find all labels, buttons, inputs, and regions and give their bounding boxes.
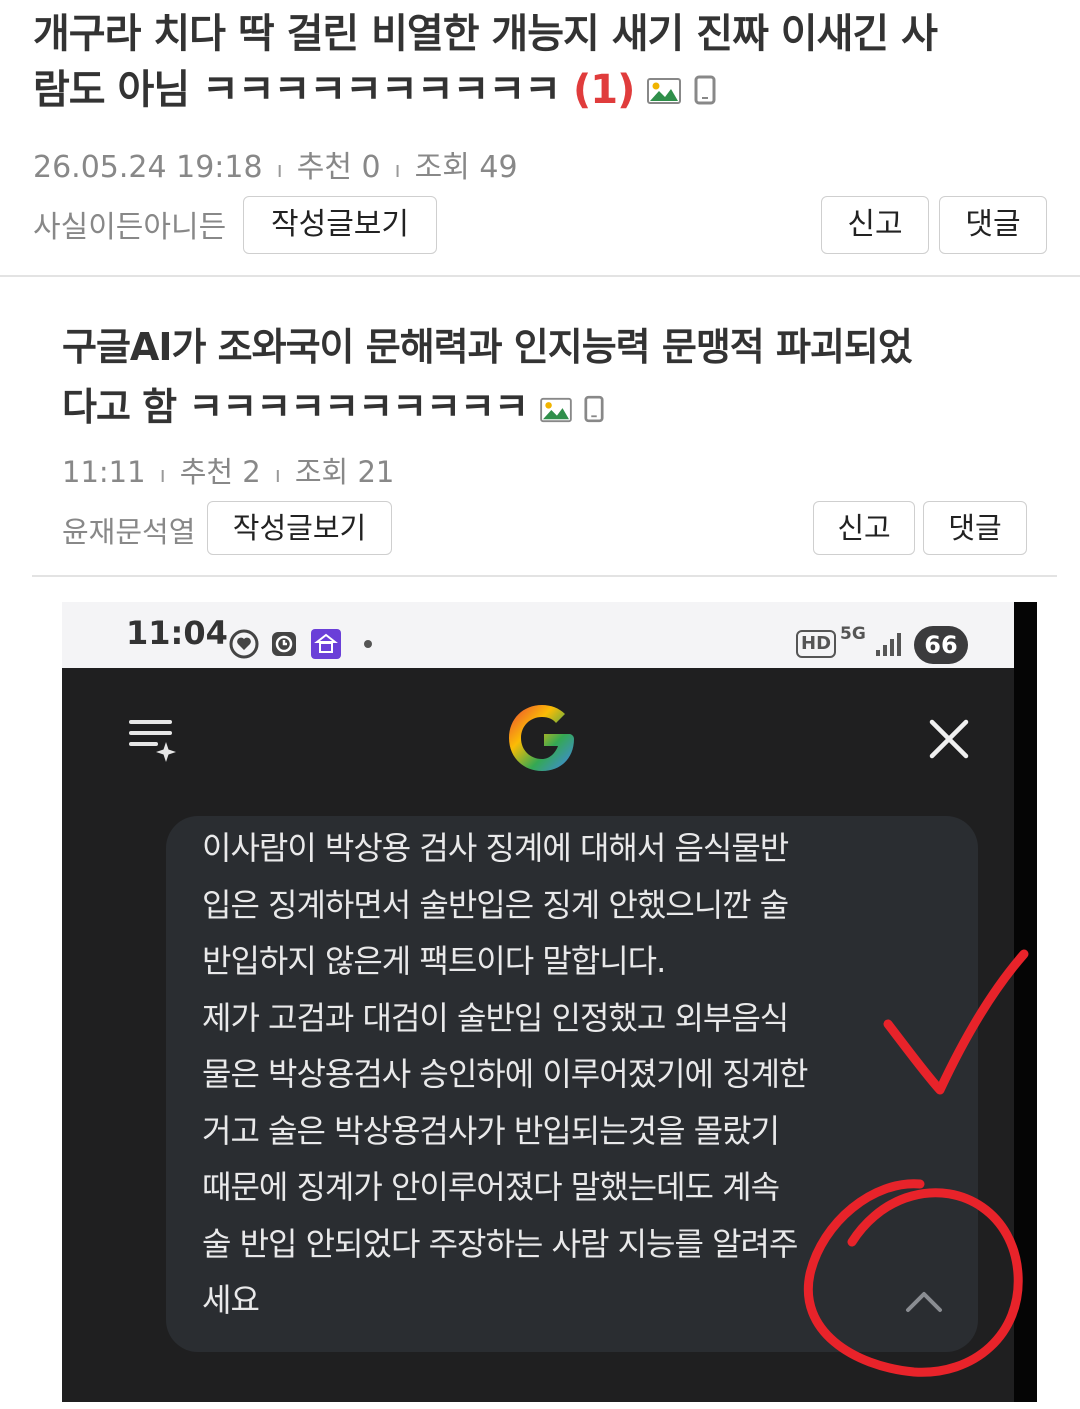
post-title-line2[interactable]: 다고 함 ㅋㅋㅋㅋㅋㅋㅋㅋㅋㅋ xyxy=(62,385,529,429)
red-annotation-checkmark-circle xyxy=(803,949,1029,1377)
image-attachment-icon xyxy=(647,64,682,120)
view-count: 조회 21 xyxy=(294,455,395,489)
post-item-2: 구글AI가 조와국이 문해력과 인지능력 문맹적 파괴되었 다고 함 ㅋㅋㅋㅋㅋ… xyxy=(0,277,1080,577)
post-date: 26.05.24 19:18 xyxy=(33,150,263,185)
view-posts-button[interactable]: 작성글보기 xyxy=(207,501,392,555)
divider xyxy=(32,575,1057,577)
post-meta: 26.05.24 19:18 ı 추천 0 ı 조회 49 xyxy=(33,150,518,185)
mobile-icon xyxy=(694,64,716,120)
post-title-line2[interactable]: 람도 아님 ㅋㅋㅋㅋㅋㅋㅋㅋㅋㅋ xyxy=(33,67,561,113)
report-button[interactable]: 신고 xyxy=(813,501,915,555)
attached-screenshot: 11:04 HD 5G 66 이사람이 박상용 검사 징계에 대해서 음식물반 … xyxy=(62,602,1037,1402)
post-time: 11:11 xyxy=(62,455,146,489)
post-title-line1[interactable]: 구글AI가 조와국이 문해력과 인지능력 문맹적 파괴되었 xyxy=(62,317,1052,377)
image-attachment-icon xyxy=(540,380,572,440)
reply-button[interactable]: 댓글 xyxy=(939,196,1047,254)
post-meta: 11:11 ı 추천 2 ı 조회 21 xyxy=(62,455,395,489)
post-title[interactable]: 구글AI가 조와국이 문해력과 인지능력 문맹적 파괴되었 다고 함 ㅋㅋㅋㅋㅋ… xyxy=(62,317,1052,440)
view-count: 조회 49 xyxy=(414,150,518,185)
comment-count[interactable]: (1) xyxy=(573,67,635,113)
recommend-count: 추천 0 xyxy=(296,150,381,185)
mobile-icon xyxy=(584,380,604,440)
author-name[interactable]: 윤재문석열 xyxy=(62,509,195,551)
report-button[interactable]: 신고 xyxy=(821,196,929,254)
post-title[interactable]: 개구라 치다 딱 걸린 비열한 개능지 새기 진짜 이새긴 사 람도 아님 ㅋㅋ… xyxy=(33,6,1053,126)
author-name[interactable]: 사실이든아니든 xyxy=(33,202,226,246)
recommend-count: 추천 2 xyxy=(179,455,261,489)
post-title-line1[interactable]: 개구라 치다 딱 걸린 비열한 개능지 새기 진짜 이새긴 사 xyxy=(33,6,1053,62)
post-item-1: 개구라 치다 딱 걸린 비열한 개능지 새기 진짜 이새긴 사 람도 아님 ㅋㅋ… xyxy=(0,0,1080,276)
view-posts-button[interactable]: 작성글보기 xyxy=(243,196,437,254)
reply-button[interactable]: 댓글 xyxy=(923,501,1027,555)
